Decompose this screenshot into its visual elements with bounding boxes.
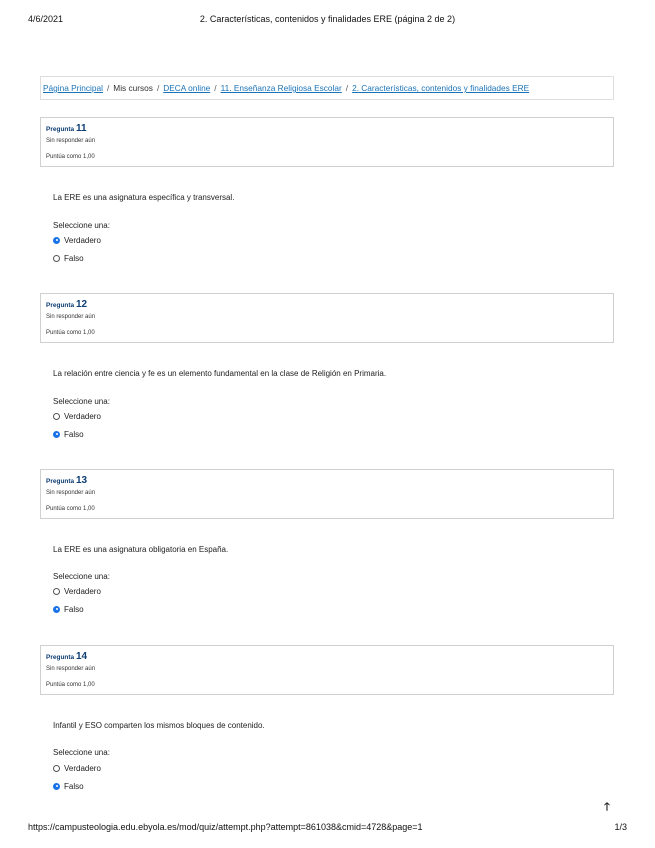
question-info: Pregunta 11 Sin responder aún Puntúa com… — [40, 117, 614, 167]
question-state: Sin responder aún — [46, 314, 96, 320]
question-text: La relación entre ciencia y fe es un ele… — [53, 369, 387, 378]
select-prompt: Seleccione una: — [53, 397, 110, 406]
breadcrumb-my-courses: Mis cursos — [113, 83, 153, 93]
option-falso[interactable]: Falso — [53, 780, 84, 792]
radio-button[interactable] — [53, 764, 60, 772]
radio-button[interactable] — [53, 430, 60, 438]
option-verdadero[interactable]: Verdadero — [53, 234, 101, 246]
option-verdadero[interactable]: Verdadero — [53, 410, 101, 422]
print-header: 4/6/2021 2. Características, contenidos … — [28, 14, 627, 28]
breadcrumb-home[interactable]: Página Principal — [43, 83, 103, 93]
radio-button[interactable] — [53, 254, 60, 262]
select-prompt: Seleccione una: — [53, 221, 110, 230]
question-state: Sin responder aún — [46, 490, 96, 496]
breadcrumb-separator: / — [345, 83, 349, 93]
back-to-top-button[interactable]: 🡑 — [598, 798, 616, 816]
print-title: 2. Características, contenidos y finalid… — [199, 14, 456, 24]
breadcrumb-separator: / — [214, 83, 217, 93]
option-falso[interactable]: Falso — [53, 252, 84, 264]
option-verdadero[interactable]: Verdadero — [53, 762, 101, 774]
breadcrumb: Página Principal / Mis cursos / DECA online /… — [40, 76, 614, 100]
print-footer: https://campusteologia.edu.ebyola.es/mod… — [28, 822, 627, 836]
question-grade: Puntúa como 1,00 — [46, 154, 95, 160]
question-state: Sin responder aún — [46, 138, 96, 144]
radio-button[interactable] — [53, 412, 60, 420]
question-grade: Puntúa como 1,00 — [46, 682, 95, 688]
option-falso[interactable]: Falso — [53, 428, 84, 440]
question-info: Pregunta 13 Sin responder aún Puntúa com… — [40, 469, 614, 519]
breadcrumb-section[interactable]: 11. Enseñanza Religiosa Escolar — [221, 83, 342, 93]
question-number: Pregunta 12 — [46, 299, 88, 310]
option-verdadero[interactable]: Verdadero — [53, 585, 101, 597]
radio-button[interactable] — [53, 782, 60, 790]
radio-button[interactable] — [53, 605, 60, 613]
select-prompt: Seleccione una: — [53, 572, 110, 581]
question-grade: Puntúa como 1,00 — [46, 330, 95, 336]
question-text: Infantil y ESO comparten los mismos bloq… — [53, 721, 265, 730]
question-grade: Puntúa como 1,00 — [46, 506, 95, 512]
question-info: Pregunta 14 Sin responder aún Puntúa com… — [40, 645, 614, 695]
question-number: Pregunta 13 — [46, 475, 88, 486]
question-text: La ERE es una asignatura obligatoria en … — [53, 545, 229, 554]
breadcrumb-course[interactable]: DECA online — [163, 83, 210, 93]
question-state: Sin responder aún — [46, 666, 96, 672]
question-number: Pregunta 14 — [46, 651, 88, 662]
select-prompt: Seleccione una: — [53, 748, 110, 757]
breadcrumb-separator: / — [106, 83, 110, 93]
option-falso[interactable]: Falso — [53, 603, 84, 615]
breadcrumb-quiz[interactable]: 2. Características, contenidos y finalid… — [352, 83, 529, 93]
print-url: https://campusteologia.edu.ebyola.es/mod… — [28, 822, 423, 832]
question-info: Pregunta 12 Sin responder aún Puntúa com… — [40, 293, 614, 343]
question-number: Pregunta 11 — [46, 123, 87, 134]
radio-button[interactable] — [53, 236, 60, 244]
arrow-up-icon: 🡑 — [604, 800, 610, 813]
question-text: La ERE es una asignatura específica y tr… — [53, 193, 235, 202]
print-page-number: 1/3 — [614, 822, 627, 832]
breadcrumb-separator: / — [156, 83, 160, 93]
radio-button[interactable] — [53, 587, 60, 595]
